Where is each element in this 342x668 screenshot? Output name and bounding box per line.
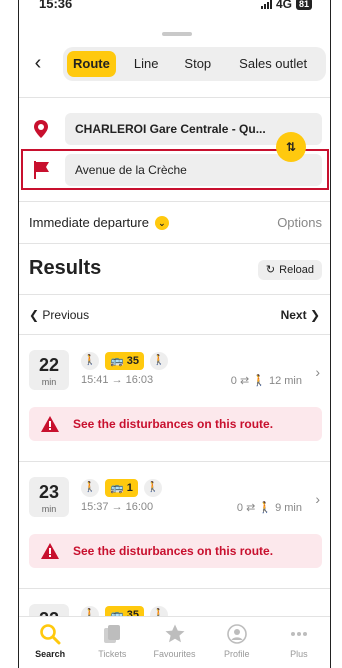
- departure-selector[interactable]: Immediate departure ⌄: [29, 215, 169, 230]
- trip-times: 15:41 → 16:03: [81, 374, 154, 386]
- trip-duration: 23 min: [29, 477, 69, 517]
- previous-label: Previous: [42, 308, 90, 322]
- chevron-right-icon: ›: [315, 364, 320, 380]
- swap-button[interactable]: ⇅: [276, 132, 306, 162]
- tab-label: Tickets: [98, 649, 127, 659]
- bus-line: 1: [126, 482, 133, 494]
- alert-text: See the disturbances on this route.: [73, 417, 274, 431]
- options-button[interactable]: Options: [277, 215, 322, 230]
- trip-legs: 🚶 🚌 35 🚶: [81, 352, 168, 370]
- reload-label: Reload: [279, 264, 314, 276]
- walk-icon: 🚶: [143, 479, 162, 497]
- tab-label: Favourites: [153, 649, 196, 659]
- location-pin-icon: [34, 120, 48, 138]
- star-icon: [165, 624, 184, 643]
- tab-label: Search: [35, 649, 66, 659]
- swap-icon: ⇅: [285, 140, 297, 154]
- reload-icon: ↻: [265, 264, 276, 276]
- warning-icon: [41, 416, 59, 432]
- trip-meta: 0 ⇄ 🚶 9 min: [236, 502, 302, 514]
- divider: [19, 588, 330, 589]
- tab-tickets[interactable]: Tickets: [81, 617, 143, 668]
- tab-sales-outlet[interactable]: Sales outlet: [233, 51, 313, 77]
- chevron-right-icon: ›: [315, 491, 320, 507]
- sheet-grabber[interactable]: [162, 32, 192, 36]
- walk-icon: 🚶: [81, 479, 99, 497]
- network-type: 4G: [275, 0, 292, 11]
- chevron-left-icon: ❮: [29, 308, 43, 322]
- walk-icon: 🚶: [149, 352, 168, 370]
- tab-line[interactable]: Line: [128, 51, 165, 77]
- status-bar: 15:36 4G 81: [19, 0, 330, 18]
- reload-button[interactable]: ↻ Reload: [257, 260, 322, 280]
- departure-label: Immediate departure: [29, 215, 149, 230]
- bottom-tab-bar: Search Tickets Favourites Profile Plus: [19, 616, 330, 668]
- tab-favourites[interactable]: Favourites: [143, 617, 205, 668]
- divider: [19, 461, 330, 462]
- duration-unit: min: [41, 504, 57, 514]
- disturbance-alert[interactable]: See the disturbances on this route.: [29, 534, 322, 568]
- divider: [19, 201, 330, 202]
- top-nav: ‹ Route Line Stop Sales outlet: [19, 44, 330, 88]
- walk-icon: 🚶: [81, 352, 99, 370]
- tab-profile[interactable]: Profile: [206, 617, 268, 668]
- app-frame: 15:36 4G 81 ‹ Route Line Stop Sales outl…: [18, 0, 331, 668]
- back-button[interactable]: ‹: [27, 52, 49, 74]
- next-button[interactable]: Next ❯: [281, 308, 320, 322]
- bus-icon: 🚌: [110, 482, 124, 494]
- tab-label: Profile: [223, 649, 250, 659]
- tickets-icon: [104, 625, 121, 643]
- previous-button[interactable]: ❮ Previous: [29, 308, 89, 322]
- status-time: 15:36: [39, 0, 73, 11]
- duration-value: 22: [38, 355, 60, 375]
- mode-segmented-control: Route Line Stop Sales outlet: [63, 47, 326, 81]
- alert-text: See the disturbances on this route.: [73, 544, 274, 558]
- divider: [19, 243, 330, 244]
- divider: [19, 294, 330, 295]
- divider: [19, 334, 330, 335]
- bus-icon: 🚌: [110, 355, 124, 367]
- status-indicators: 4G 81: [260, 0, 312, 11]
- profile-icon: [226, 624, 247, 644]
- duration-unit: min: [41, 377, 57, 387]
- bus-badge: 🚌 1: [105, 479, 138, 497]
- chevron-down-icon: ⌄: [154, 215, 169, 230]
- trip-times: 15:37 → 16:00: [81, 501, 154, 513]
- divider: [19, 97, 330, 98]
- warning-icon: [41, 543, 59, 559]
- tab-route[interactable]: Route: [67, 51, 116, 77]
- results-title: Results: [29, 257, 102, 279]
- more-icon: [290, 632, 307, 636]
- search-icon: [40, 624, 61, 645]
- tab-stop[interactable]: Stop: [178, 51, 217, 77]
- tab-search[interactable]: Search: [19, 617, 81, 668]
- bus-line: 35: [126, 355, 139, 367]
- tab-plus[interactable]: Plus: [268, 617, 330, 668]
- tab-label: Plus: [290, 649, 308, 659]
- disturbance-alert[interactable]: See the disturbances on this route.: [29, 407, 322, 441]
- battery-icon: 81: [295, 0, 312, 10]
- trip-legs: 🚶 🚌 1 🚶: [81, 479, 162, 497]
- trip-duration: 22 min: [29, 350, 69, 390]
- trip-meta: 0 ⇄ 🚶 12 min: [230, 375, 302, 387]
- next-label: Next: [280, 308, 307, 322]
- chevron-right-icon: ❯: [306, 308, 320, 322]
- duration-value: 23: [38, 482, 60, 502]
- bus-badge: 🚌 35: [105, 352, 144, 370]
- signal-icon: [260, 0, 272, 9]
